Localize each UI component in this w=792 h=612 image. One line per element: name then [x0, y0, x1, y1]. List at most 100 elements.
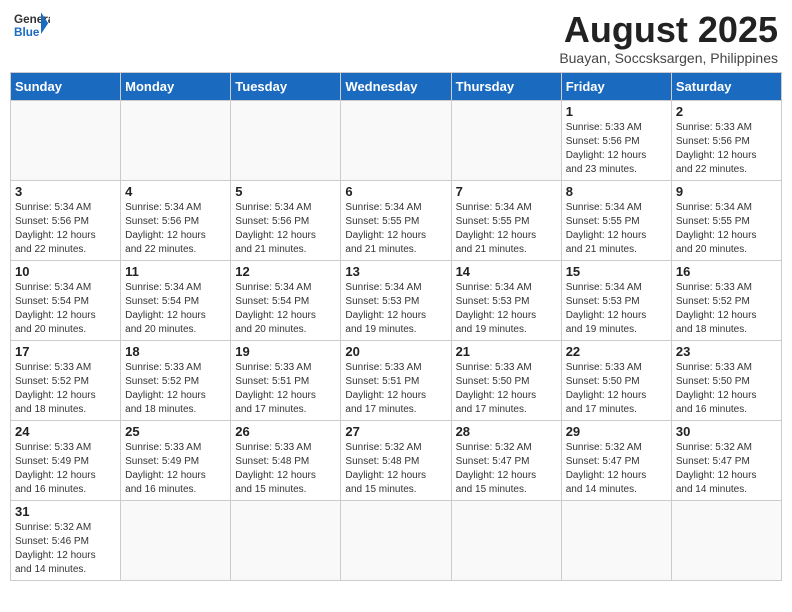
day-info: Sunrise: 5:32 AM Sunset: 5:48 PM Dayligh…: [345, 441, 446, 497]
calendar-week-row: 17 Sunrise: 5:33 AM Sunset: 5:52 PM Dayli…: [11, 340, 782, 420]
day-info: Sunrise: 5:33 AM Sunset: 5:49 PM Dayligh…: [125, 441, 226, 497]
title-block: August 2025 Buayan, Soccsksargen, Philip…: [559, 10, 778, 66]
day-info: Sunrise: 5:34 AM Sunset: 5:55 PM Dayligh…: [676, 201, 777, 257]
calendar-table: SundayMondayTuesdayWednesdayThursdayFrid…: [10, 72, 782, 581]
day-info: Sunrise: 5:34 AM Sunset: 5:53 PM Dayligh…: [566, 281, 667, 337]
day-info: Sunrise: 5:33 AM Sunset: 5:51 PM Dayligh…: [345, 361, 446, 417]
calendar-day-cell: 8Sunrise: 5:34 AM Sunset: 5:55 PM Daylig…: [561, 180, 671, 260]
day-number: 24: [15, 424, 116, 439]
logo-icon: General Blue: [14, 10, 50, 40]
day-info: Sunrise: 5:32 AM Sunset: 5:47 PM Dayligh…: [456, 441, 557, 497]
calendar-day-cell: 27 Sunrise: 5:32 AM Sunset: 5:48 PM Dayli…: [341, 420, 451, 500]
day-info: Sunrise: 5:33 AM Sunset: 5:50 PM Dayligh…: [676, 361, 777, 417]
calendar-day-cell: [341, 100, 451, 180]
day-header-wednesday: Wednesday: [341, 72, 451, 100]
day-info: Sunrise: 5:33 AM Sunset: 5:52 PM Dayligh…: [15, 361, 116, 417]
day-number: 17: [15, 344, 116, 359]
day-number: 30: [676, 424, 777, 439]
day-info: Sunrise: 5:33 AM Sunset: 5:56 PM Dayligh…: [676, 121, 777, 177]
day-number: 13: [345, 264, 446, 279]
calendar-day-cell: 29 Sunrise: 5:32 AM Sunset: 5:47 PM Dayli…: [561, 420, 671, 500]
calendar-week-row: 3 Sunrise: 5:34 AM Sunset: 5:56 PM Daylig…: [11, 180, 782, 260]
day-number: 20: [345, 344, 446, 359]
day-info: Sunrise: 5:34 AM Sunset: 5:55 PM Dayligh…: [566, 201, 667, 257]
day-info: Sunrise: 5:33 AM Sunset: 5:50 PM Dayligh…: [566, 361, 667, 417]
day-header-thursday: Thursday: [451, 72, 561, 100]
day-header-saturday: Saturday: [671, 72, 781, 100]
calendar-day-cell: 24Sunrise: 5:33 AM Sunset: 5:49 PM Dayli…: [11, 420, 121, 500]
day-number: 16: [676, 264, 777, 279]
calendar-week-row: 24 Sunrise: 5:33 AM Sunset: 5:49 PM Dayli…: [11, 420, 782, 500]
calendar-day-cell: [561, 500, 671, 580]
calendar-day-cell: 7 Sunrise: 5:34 AM Sunset: 5:55 PM Daylig…: [451, 180, 561, 260]
day-number: 3: [15, 184, 116, 199]
day-number: 10: [15, 264, 116, 279]
calendar-day-cell: 20 Sunrise: 5:33 AM Sunset: 5:51 PM Dayli…: [341, 340, 451, 420]
calendar-day-cell: [231, 500, 341, 580]
calendar-day-cell: 18Sunrise: 5:33 AM Sunset: 5:52 PM Dayli…: [121, 340, 231, 420]
calendar-day-cell: [451, 100, 561, 180]
day-info: Sunrise: 5:34 AM Sunset: 5:54 PM Dayligh…: [15, 281, 116, 337]
day-info: Sunrise: 5:34 AM Sunset: 5:56 PM Dayligh…: [235, 201, 336, 257]
calendar-day-cell: 26Sunrise: 5:33 AM Sunset: 5:48 PM Dayli…: [231, 420, 341, 500]
day-header-friday: Friday: [561, 72, 671, 100]
day-number: 18: [125, 344, 226, 359]
day-number: 15: [566, 264, 667, 279]
calendar-day-cell: [121, 100, 231, 180]
calendar-day-cell: 6 Sunrise: 5:34 AM Sunset: 5:55 PM Daylig…: [341, 180, 451, 260]
day-number: 6: [345, 184, 446, 199]
day-number: 29: [566, 424, 667, 439]
calendar-day-cell: [451, 500, 561, 580]
calendar-day-cell: 30 Sunrise: 5:32 AM Sunset: 5:47 PM Dayli…: [671, 420, 781, 500]
calendar-day-cell: 15 Sunrise: 5:34 AM Sunset: 5:53 PM Dayli…: [561, 260, 671, 340]
day-info: Sunrise: 5:33 AM Sunset: 5:56 PM Dayligh…: [566, 121, 667, 177]
day-number: 14: [456, 264, 557, 279]
day-info: Sunrise: 5:34 AM Sunset: 5:55 PM Dayligh…: [456, 201, 557, 257]
calendar-day-cell: 11Sunrise: 5:34 AM Sunset: 5:54 PM Dayli…: [121, 260, 231, 340]
calendar-day-cell: 17 Sunrise: 5:33 AM Sunset: 5:52 PM Dayli…: [11, 340, 121, 420]
calendar-day-cell: 31Sunrise: 5:32 AM Sunset: 5:46 PM Dayli…: [11, 500, 121, 580]
day-number: 22: [566, 344, 667, 359]
day-number: 2: [676, 104, 777, 119]
day-number: 26: [235, 424, 336, 439]
day-number: 28: [456, 424, 557, 439]
calendar-day-cell: 22 Sunrise: 5:33 AM Sunset: 5:50 PM Dayli…: [561, 340, 671, 420]
day-number: 27: [345, 424, 446, 439]
calendar-day-cell: 14 Sunrise: 5:34 AM Sunset: 5:53 PM Dayli…: [451, 260, 561, 340]
calendar-day-cell: 5 Sunrise: 5:34 AM Sunset: 5:56 PM Daylig…: [231, 180, 341, 260]
calendar-header-row: SundayMondayTuesdayWednesdayThursdayFrid…: [11, 72, 782, 100]
location-subtitle: Buayan, Soccsksargen, Philippines: [559, 50, 778, 66]
calendar-day-cell: 10 Sunrise: 5:34 AM Sunset: 5:54 PM Dayli…: [11, 260, 121, 340]
calendar-day-cell: 21Sunrise: 5:33 AM Sunset: 5:50 PM Dayli…: [451, 340, 561, 420]
month-title: August 2025: [559, 10, 778, 50]
day-number: 25: [125, 424, 226, 439]
calendar-day-cell: [341, 500, 451, 580]
day-number: 4: [125, 184, 226, 199]
day-number: 7: [456, 184, 557, 199]
calendar-day-cell: [231, 100, 341, 180]
day-info: Sunrise: 5:32 AM Sunset: 5:47 PM Dayligh…: [566, 441, 667, 497]
header: General Blue August 2025 Buayan, Soccsks…: [10, 10, 782, 66]
day-info: Sunrise: 5:32 AM Sunset: 5:47 PM Dayligh…: [676, 441, 777, 497]
day-info: Sunrise: 5:34 AM Sunset: 5:53 PM Dayligh…: [456, 281, 557, 337]
day-info: Sunrise: 5:34 AM Sunset: 5:56 PM Dayligh…: [15, 201, 116, 257]
calendar-week-row: 1Sunrise: 5:33 AM Sunset: 5:56 PM Daylig…: [11, 100, 782, 180]
svg-text:Blue: Blue: [14, 26, 40, 39]
day-info: Sunrise: 5:34 AM Sunset: 5:54 PM Dayligh…: [235, 281, 336, 337]
day-info: Sunrise: 5:34 AM Sunset: 5:53 PM Dayligh…: [345, 281, 446, 337]
day-number: 5: [235, 184, 336, 199]
logo: General Blue: [14, 10, 50, 40]
day-info: Sunrise: 5:32 AM Sunset: 5:46 PM Dayligh…: [15, 521, 116, 577]
calendar-day-cell: 19Sunrise: 5:33 AM Sunset: 5:51 PM Dayli…: [231, 340, 341, 420]
day-info: Sunrise: 5:33 AM Sunset: 5:51 PM Dayligh…: [235, 361, 336, 417]
day-number: 9: [676, 184, 777, 199]
day-number: 23: [676, 344, 777, 359]
calendar-week-row: 10 Sunrise: 5:34 AM Sunset: 5:54 PM Dayli…: [11, 260, 782, 340]
page-container: General Blue August 2025 Buayan, Soccsks…: [10, 10, 782, 581]
calendar-day-cell: [671, 500, 781, 580]
calendar-day-cell: 12Sunrise: 5:34 AM Sunset: 5:54 PM Dayli…: [231, 260, 341, 340]
calendar-day-cell: 16Sunrise: 5:33 AM Sunset: 5:52 PM Dayli…: [671, 260, 781, 340]
calendar-day-cell: 28 Sunrise: 5:32 AM Sunset: 5:47 PM Dayli…: [451, 420, 561, 500]
day-info: Sunrise: 5:34 AM Sunset: 5:55 PM Dayligh…: [345, 201, 446, 257]
calendar-day-cell: [121, 500, 231, 580]
